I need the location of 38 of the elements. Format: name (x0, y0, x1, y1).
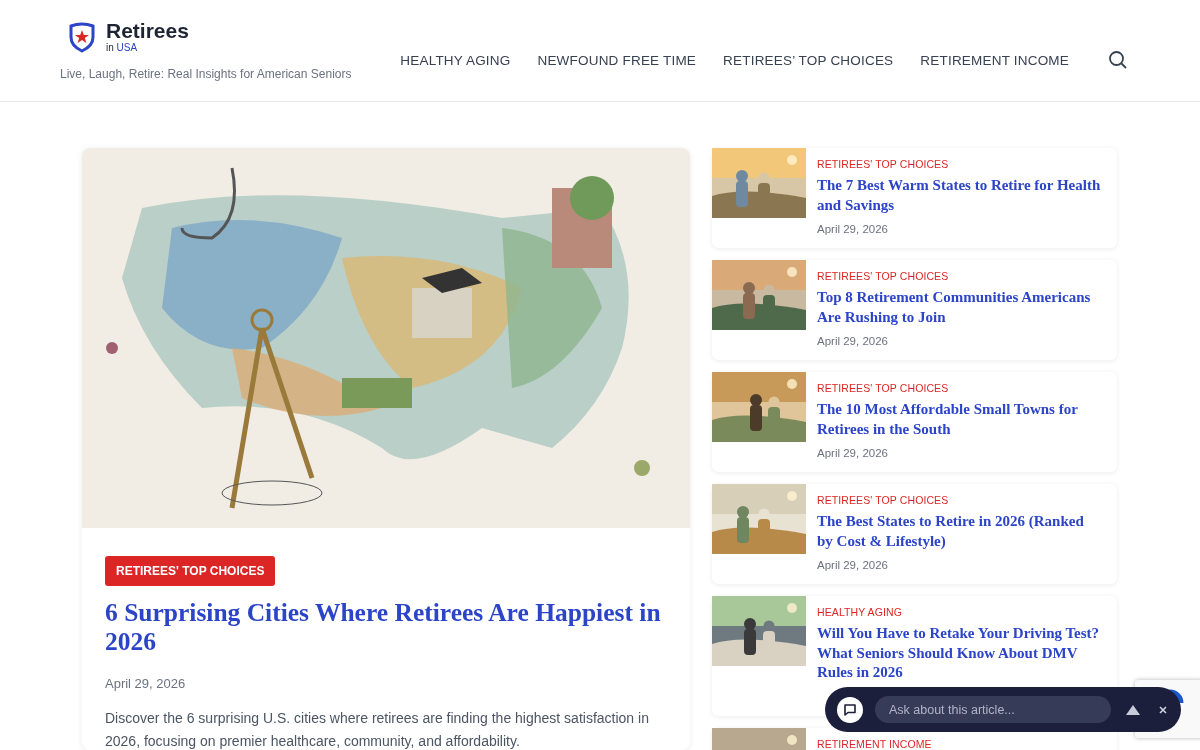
post-title[interactable]: Will You Have to Retake Your Driving Test? What Seniors Should Know About DMV Rules in 2026 (817, 624, 1103, 683)
search-button[interactable] (1108, 50, 1128, 70)
post-category[interactable]: HEALTHY AGING (817, 606, 1103, 619)
post-date: April 29, 2026 (817, 446, 888, 460)
article-title[interactable]: 6 Surprising Cities Where Retirees Are Happiest in 2026 (105, 598, 667, 656)
post-card[interactable]: RETIREES' TOP CHOICES The 7 Best Warm States to Retire for Health and Savings April 29, 2026 (712, 148, 1117, 248)
search-icon (1108, 50, 1128, 70)
post-card[interactable]: RETIREES' TOP CHOICES Top 8 Retirement Communities Americans Are Rushing to Join April 29, 2026 (712, 260, 1117, 360)
post-title[interactable]: The Best States to Retire in 2026 (Ranked by Cost & Lifestyle) (817, 512, 1103, 551)
post-category[interactable]: RETIREES' TOP CHOICES (817, 382, 1103, 395)
site-tagline: Live, Laugh, Retire: Real Insights for American Seniors (60, 67, 352, 81)
post-category[interactable]: RETIREES' TOP CHOICES (817, 494, 1103, 507)
close-icon (1157, 703, 1169, 716)
shield-star-icon (68, 20, 96, 53)
post-category[interactable]: RETIREES' TOP CHOICES (817, 270, 1103, 283)
logo-title: Retirees (106, 20, 189, 42)
post-card[interactable]: RETIREES' TOP CHOICES The 10 Most Affordable Small Towns for Retirees in the South April 29, 2026 (712, 372, 1117, 472)
chat-button[interactable] (837, 696, 863, 723)
nav-link[interactable]: NEWFOUND FREE TIME (537, 52, 697, 68)
post-date: April 29, 2026 (817, 558, 888, 572)
post-title[interactable]: Top 8 Retirement Communities Americans Are Rushing to Join (817, 288, 1103, 327)
nav-link[interactable]: HEALTHY AGING (400, 52, 511, 68)
chat-input[interactable]: Ask about this article... (875, 696, 1111, 723)
post-title[interactable]: The 7 Best Warm States to Retire for Health and Savings (817, 176, 1103, 215)
category-tag[interactable]: RETIREES' TOP CHOICES (105, 556, 276, 586)
nav-link[interactable]: RETIREES’ TOP CHOICES (723, 52, 894, 68)
nav-link[interactable]: RETIREMENT INCOME (920, 52, 1069, 68)
post-date: April 29, 2026 (817, 334, 888, 348)
triangle-icon (1125, 703, 1141, 716)
logo-subtitle: in USA (106, 42, 139, 53)
chat-icon (843, 702, 857, 717)
post-title[interactable]: The 10 Most Affordable Small Towns for Retirees in the South (817, 400, 1103, 439)
article-excerpt: Discover the 6 surprising U.S. cities where retirees are finding the highest satisfaction in 2026, focusing on premier healthcare, community, and affordability. (105, 709, 650, 750)
article-date: April 29, 2026 (105, 676, 186, 691)
post-card[interactable]: RETIREES' TOP CHOICES The Best States to Retire in 2026 (Ranked by Cost & Lifestyle) April 29, 2026 (712, 484, 1117, 584)
post-date: April 29, 2026 (817, 222, 888, 236)
post-category[interactable]: RETIREES' TOP CHOICES (817, 158, 1103, 171)
post-category[interactable]: RETIREMENT INCOME (817, 737, 932, 750)
